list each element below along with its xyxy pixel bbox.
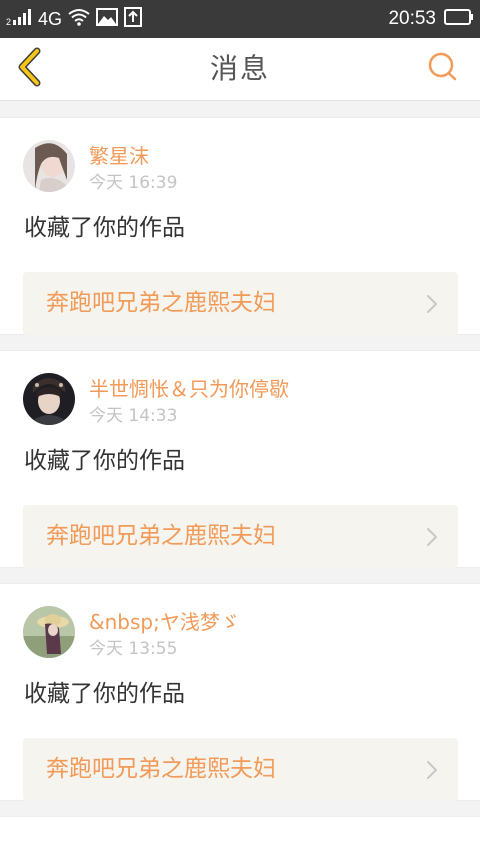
back-button[interactable] (12, 47, 48, 91)
wifi-icon (68, 8, 90, 31)
status-right: 20:53 (388, 0, 474, 38)
message-item[interactable]: &nbsp;ヤ浅梦ゞ 今天 13:55 收藏了你的作品 奔跑吧兄弟之鹿熙夫妇 (0, 583, 480, 801)
search-icon (427, 51, 459, 87)
work-link[interactable]: 奔跑吧兄弟之鹿熙夫妇 (23, 738, 458, 801)
sim-icon: 2 (6, 8, 32, 31)
user-name[interactable]: &nbsp;ヤ浅梦ゞ (89, 610, 240, 634)
action-text: 收藏了你的作品 (24, 448, 185, 474)
network-type: 4G (38, 9, 63, 29)
message-time: 今天 14:33 (89, 406, 178, 426)
upload-icon (124, 6, 143, 32)
message-item[interactable]: 繁星沫 今天 16:39 收藏了你的作品 奔跑吧兄弟之鹿熙夫妇 (0, 117, 480, 335)
status-left: 2 4G (6, 0, 143, 38)
user-name[interactable]: 繁星沫 (89, 144, 149, 168)
clock: 20:53 (388, 8, 436, 29)
chevron-right-icon (426, 760, 438, 780)
user-name[interactable]: 半世惆怅＆只为你停歇 (89, 377, 289, 401)
work-title: 奔跑吧兄弟之鹿熙夫妇 (46, 290, 276, 316)
work-link[interactable]: 奔跑吧兄弟之鹿熙夫妇 (23, 272, 458, 335)
avatar[interactable] (23, 373, 75, 425)
avatar[interactable] (23, 140, 75, 192)
action-text: 收藏了你的作品 (24, 215, 185, 241)
search-button[interactable] (424, 50, 462, 88)
action-text: 收藏了你的作品 (24, 681, 185, 707)
message-time: 今天 16:39 (89, 173, 178, 193)
work-title: 奔跑吧兄弟之鹿熙夫妇 (46, 756, 276, 782)
message-item[interactable]: 半世惆怅＆只为你停歇 今天 14:33 收藏了你的作品 奔跑吧兄弟之鹿熙夫妇 (0, 350, 480, 568)
message-item-partial[interactable] (0, 816, 480, 857)
svg-text:2: 2 (6, 17, 11, 26)
work-title: 奔跑吧兄弟之鹿熙夫妇 (46, 523, 276, 549)
image-icon (96, 7, 119, 31)
chevron-right-icon (426, 527, 438, 547)
top-navigation-bar: 消息 (0, 38, 480, 101)
message-list[interactable]: 繁星沫 今天 16:39 收藏了你的作品 奔跑吧兄弟之鹿熙夫妇 半世惆怅＆只为你… (0, 117, 480, 857)
page-title: 消息 (209, 52, 270, 85)
avatar[interactable] (23, 606, 75, 658)
work-link[interactable]: 奔跑吧兄弟之鹿熙夫妇 (23, 505, 458, 568)
chevron-right-icon (426, 294, 438, 314)
chevron-left-icon (15, 47, 45, 91)
status-bar: 2 4G 20:53 (0, 0, 480, 38)
message-time: 今天 13:55 (89, 639, 178, 659)
battery-icon (444, 8, 474, 31)
